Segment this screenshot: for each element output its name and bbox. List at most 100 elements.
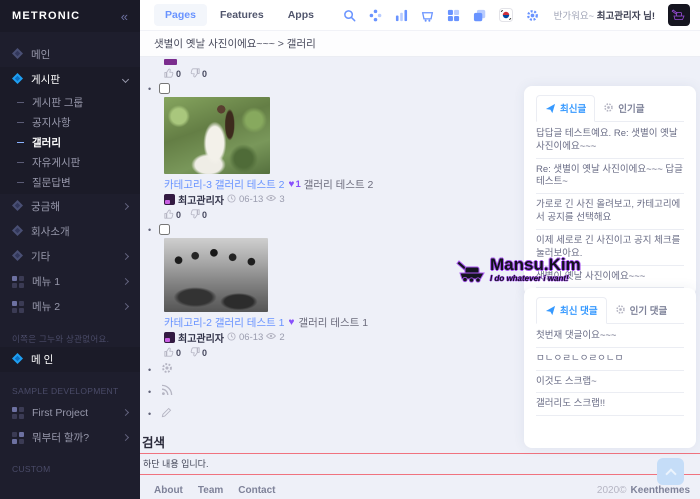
list-item[interactable]: 첫번재 댓글이요~~~ xyxy=(536,325,684,348)
eye-icon xyxy=(266,194,276,205)
copyright-year: 2020© xyxy=(597,485,627,496)
pencil-icon[interactable] xyxy=(161,405,172,423)
author-avatar xyxy=(164,194,175,205)
latest-comments-list: 첫번재 댓글이요~~~ ㅁㄴㅇㄹㄴㅇㄹㅇㄴㅁ 이것도 스크랩~ 갤러리도 스크랩… xyxy=(536,325,684,416)
list-item-write xyxy=(142,404,522,424)
post-category-link[interactable]: 카테고리-3 갤러리 테스트 2 xyxy=(164,177,285,192)
post-author[interactable]: 최고관리자 xyxy=(178,192,224,207)
post-author[interactable]: 최고관리자 xyxy=(178,330,224,345)
thumb-down-icon xyxy=(190,68,200,80)
post-thumbnail[interactable] xyxy=(164,238,268,312)
sidebar-item-menu1[interactable]: 메뉴 1 xyxy=(0,269,140,294)
list-item[interactable]: 갤러리도 스크랩!! xyxy=(536,393,684,416)
footer-link-contact[interactable]: Contact xyxy=(238,485,275,496)
sidebar-collapse-icon[interactable]: « xyxy=(121,10,128,23)
sidebar-item-board-group[interactable]: 게시판 그룹 xyxy=(0,92,140,112)
send-icon xyxy=(545,103,556,114)
like-count: 0 xyxy=(176,69,181,79)
sidebar-item-free-board[interactable]: 자유게시판 xyxy=(0,152,140,172)
list-item[interactable]: Re: 샛별이 옛날 사진이에요~~~ 답글 테스트~ xyxy=(536,159,684,195)
footer-links: About Team Contact xyxy=(154,485,276,496)
sidebar-item-qna[interactable]: 질문답변 xyxy=(0,172,140,192)
previous-post-thumbnail[interactable] xyxy=(164,59,177,65)
tab-popular-posts[interactable]: 인기글 xyxy=(595,95,652,121)
post-title-row: 카테고리-3 갤러리 테스트 2 1 갤러리 테스트 2 xyxy=(164,178,522,191)
clock-icon xyxy=(227,194,236,206)
post-checkbox[interactable] xyxy=(159,83,170,94)
post-checkbox[interactable] xyxy=(159,224,170,235)
layers-icon[interactable] xyxy=(473,9,486,22)
watermark-logo: Mansu.Kim I do whatever i want! xyxy=(455,256,581,283)
thumb-up-icon xyxy=(164,347,174,359)
badge-icon xyxy=(615,304,626,315)
post-votes: 0 0 xyxy=(164,209,522,220)
eye-icon xyxy=(266,332,276,343)
chevron-right-icon xyxy=(122,253,129,260)
sidebar: METRONIC « 메인 게시판 게시판 그룹 공지사항 갤러리 자유게시판 … xyxy=(0,0,140,499)
dash-icon xyxy=(17,102,24,103)
sidebar-item-about[interactable]: 회사소개 xyxy=(0,219,140,244)
scroll-top-button[interactable] xyxy=(657,458,684,485)
footer-link-team[interactable]: Team xyxy=(198,485,223,496)
tank-icon xyxy=(455,257,489,283)
user-avatar[interactable] xyxy=(668,4,690,26)
sidebar-item-label: 궁금해 xyxy=(31,199,119,214)
sidebar-item-first-project[interactable]: First Project xyxy=(0,400,140,425)
sidebar-item-etc[interactable]: 기타 xyxy=(0,244,140,269)
chevron-right-icon xyxy=(122,434,129,441)
header-actions: 반가워요~ 최고관리자 님! xyxy=(343,4,690,26)
tab-label: 최신 댓글 xyxy=(560,303,598,317)
post-category-link[interactable]: 카테고리-2 갤러리 테스트 1 xyxy=(164,315,285,330)
grid-icon xyxy=(12,407,24,419)
tab-features[interactable]: Features xyxy=(209,4,275,26)
gear-icon[interactable] xyxy=(161,361,173,379)
post-title[interactable]: 갤러리 테스트 1 xyxy=(298,315,368,330)
list-item[interactable]: ㅁㄴㅇㄹㄴㅇㄹㅇㄴㅁ xyxy=(536,348,684,371)
post-title[interactable]: 갤러리 테스트 2 xyxy=(304,177,374,192)
tab-apps[interactable]: Apps xyxy=(277,4,325,26)
dash-icon xyxy=(17,162,24,163)
bottom-notice: 하단 내용 입니다. xyxy=(140,453,700,475)
tab-latest-posts[interactable]: 최신글 xyxy=(536,95,595,122)
tab-popular-comments[interactable]: 인기 댓글 xyxy=(607,297,676,323)
chart-bar-icon[interactable] xyxy=(395,9,408,22)
sidebar-item-main[interactable]: 메인 xyxy=(0,42,140,67)
list-item[interactable]: 이것도 스크랩~ xyxy=(536,371,684,394)
sidebar-item-notice[interactable]: 공지사항 xyxy=(0,112,140,132)
breadcrumb: 샛별이 옛날 사진이에요~~~ > 갤러리 xyxy=(154,36,316,51)
sidebar-item-label: 메뉴 2 xyxy=(32,299,119,314)
tab-pages[interactable]: Pages xyxy=(154,4,207,26)
post-thumbnail[interactable] xyxy=(164,97,270,174)
korean-flag-icon[interactable] xyxy=(499,8,513,22)
user-greeting[interactable]: 반가워요~ 최고관리자 님! xyxy=(554,8,655,22)
sidebar-item-gallery[interactable]: 갤러리 xyxy=(0,132,140,152)
main-area: Pages Features Apps 반가워요~ 최고관리자 님! 샛별이 옛… xyxy=(140,0,700,499)
search-heading: 검색 xyxy=(142,432,522,449)
sidebar-item-main2[interactable]: 메 인 xyxy=(0,347,140,372)
list-item[interactable]: 답답글 테스트예요. Re: 샛별이 옛날 사진이에요~~~ xyxy=(536,123,684,159)
quick-actions-icon[interactable] xyxy=(369,9,382,22)
sidebar-item-label: 메 인 xyxy=(31,352,128,367)
board-search: 검색 제목 ✕ xyxy=(142,432,522,449)
cart-icon[interactable] xyxy=(421,9,434,22)
grid-panel-icon[interactable] xyxy=(447,9,460,22)
footer-brand-link[interactable]: Keenthemes xyxy=(631,485,690,496)
sidebar-item-label: 공지사항 xyxy=(32,115,71,130)
footer-link-about[interactable]: About xyxy=(154,485,183,496)
chevron-down-icon xyxy=(122,76,129,83)
list-item[interactable]: 가로로 긴 사진 올려보고, 카테고리에서 공지를 선택해요 xyxy=(536,194,684,230)
sidebar-item-label: First Project xyxy=(32,407,119,419)
tab-latest-comments[interactable]: 최신 댓글 xyxy=(536,297,607,324)
watermark-name: Mansu.Kim xyxy=(490,256,581,273)
avatar-logo-icon xyxy=(671,9,687,21)
search-icon[interactable] xyxy=(343,9,356,22)
settings-gear-icon[interactable] xyxy=(526,9,539,22)
rss-icon[interactable] xyxy=(161,383,173,401)
sidebar-item-board[interactable]: 게시판 xyxy=(0,67,140,92)
diamond-icon xyxy=(12,73,23,87)
sidebar-item-menu2[interactable]: 메뉴 2 xyxy=(0,294,140,319)
view-count: 3 xyxy=(279,194,284,205)
sidebar-item-curious[interactable]: 궁금해 xyxy=(0,194,140,219)
username-text: 최고관리자 님! xyxy=(597,11,655,22)
sidebar-item-what-first[interactable]: 뭐부터 할까? xyxy=(0,425,140,450)
